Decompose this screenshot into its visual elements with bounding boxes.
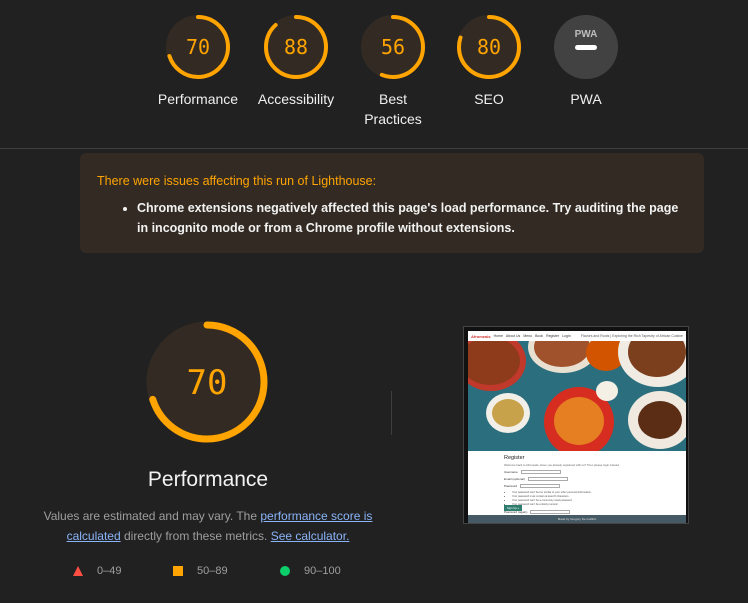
legend-pass: 90–100 — [280, 565, 341, 577]
gauge-score: 56 — [381, 35, 405, 59]
explain-text: directly from these metrics. — [120, 529, 271, 543]
thumb-tagline: Flavors and Roots | Exploring the Rich T… — [580, 334, 683, 338]
warning-title: There were issues affecting this run of … — [97, 174, 377, 188]
thumb-nav-item: Login — [562, 334, 571, 338]
thumb-form-intro: Welcome back to Afromeals. Have you alre… — [504, 463, 620, 467]
section-divider — [391, 391, 392, 435]
performance-explanation: Values are estimated and may vary. The p… — [40, 506, 376, 546]
thumb-brand: Afromeals — [471, 333, 491, 339]
thumb-field: Email (optional) — [504, 477, 686, 481]
thumb-field: Password (again) — [504, 510, 686, 514]
thumb-form-title: Register — [504, 455, 525, 461]
performance-gauge: 70 — [146, 321, 268, 443]
thumb-nav-item: About Us — [505, 334, 521, 338]
calculator-link[interactable]: See calculator. — [271, 529, 350, 543]
gauge-label: Performance — [157, 91, 239, 107]
thumb-field-label: Username — [504, 470, 518, 474]
thumb-rule: Your password can't be entirely numeric. — [512, 503, 686, 507]
gauge-ring: 80 — [457, 15, 521, 79]
run-warnings: There were issues affecting this run of … — [80, 153, 704, 253]
category-gauges: 70 Performance 88 Accessibility 56 Best … — [0, 0, 748, 148]
explain-text: Values are estimated and may vary. The — [43, 509, 261, 523]
gauge-score: 80 — [477, 35, 501, 59]
gauge-accessibility[interactable]: 88 Accessibility — [246, 14, 346, 109]
thumb-navbar: Afromeals Home About Us Menu Book Regist… — [468, 331, 686, 341]
thumb-password-rules: Your password can't be too similar to yo… — [504, 491, 686, 507]
thumb-field-label: Email (optional) — [504, 477, 525, 481]
thumb-field: Password — [504, 484, 686, 488]
warning-list: Chrome extensions negatively affected th… — [97, 198, 687, 238]
gauge-score: 88 — [284, 35, 308, 59]
thumb-nav-item: Register — [546, 334, 560, 338]
gauge-ring: 56 — [361, 15, 425, 79]
legend-average: 50–89 — [173, 565, 228, 577]
legend-range: 50–89 — [197, 565, 228, 577]
gauge-best-practices[interactable]: 56 Best Practices — [343, 14, 443, 129]
thumb-hero-image — [468, 341, 686, 451]
legend-range: 90–100 — [304, 565, 341, 577]
performance-title: Performance — [147, 468, 269, 491]
thumb-nav-item: Menu — [523, 334, 533, 338]
gauge-seo[interactable]: 80 SEO — [439, 14, 539, 109]
legend-range: 0–49 — [97, 565, 122, 577]
final-screenshot[interactable]: Afromeals Home About Us Menu Book Regist… — [463, 326, 689, 524]
thumb-register-form: Register Welcome back to Afromeals. Have… — [468, 451, 686, 517]
gauge-label: Best Practices — [364, 91, 422, 127]
gauge-label: Accessibility — [257, 91, 335, 107]
thumb-field: Username — [504, 470, 686, 474]
thumb-field-label: Password — [504, 484, 518, 488]
pwa-badge-text: PWA — [575, 29, 598, 40]
header-divider — [0, 148, 748, 149]
fail-triangle-icon — [73, 566, 83, 576]
gauge-ring: 88 — [264, 15, 328, 79]
thumb-nav-item: Home — [493, 334, 503, 338]
performance-score: 70 — [187, 363, 228, 403]
pass-circle-icon — [280, 566, 290, 576]
warning-item: Chrome extensions negatively affected th… — [137, 198, 687, 238]
gauge-score: 70 — [186, 35, 210, 59]
pwa-badge-icon: PWA — [554, 15, 618, 79]
thumb-footer: Made by Gregory De Guillich — [468, 515, 686, 523]
gauge-performance[interactable]: 70 Performance — [148, 14, 248, 109]
gauge-label: SEO — [474, 91, 504, 107]
legend-fail: 0–49 — [73, 565, 121, 577]
thumb-signup-button: Sign Up » — [504, 505, 522, 511]
gauge-pwa[interactable]: PWA PWA — [536, 14, 636, 109]
gauge-ring: 70 — [166, 15, 230, 79]
average-square-icon — [173, 566, 183, 576]
gauge-label: PWA — [570, 91, 602, 107]
thumb-nav-item: Book — [535, 334, 544, 338]
pwa-dash — [575, 45, 597, 50]
